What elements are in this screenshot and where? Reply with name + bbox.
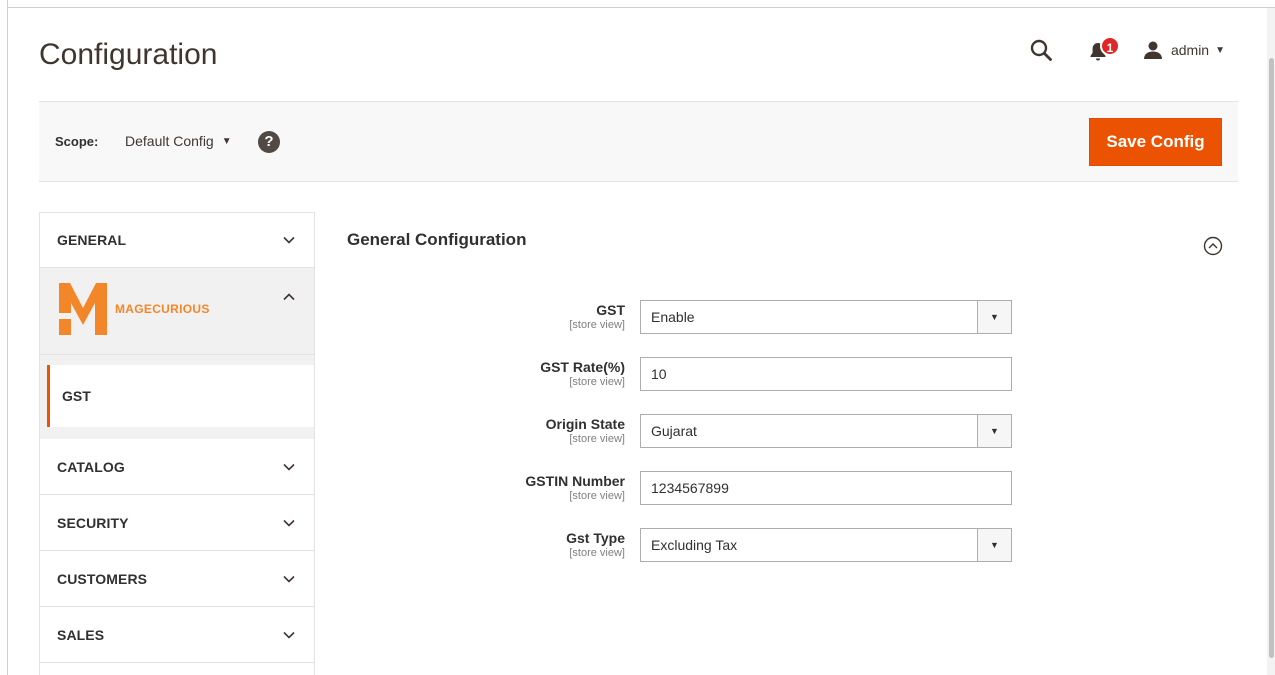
magecurious-logo-mark — [59, 283, 107, 335]
sidebar-subitems: GST — [39, 355, 315, 439]
field-gst: GST [store view] Enable ▼ — [347, 300, 1227, 336]
search-icon[interactable] — [1029, 38, 1053, 62]
scope-value: Default Config — [125, 133, 214, 149]
window-frame-top — [8, 0, 1275, 8]
field-scope-text: [store view] — [569, 490, 625, 502]
scrollbar-thumb[interactable] — [1269, 58, 1274, 658]
field-label-text: GSTIN Number — [525, 473, 625, 489]
sidebar-tab-more[interactable] — [39, 663, 315, 675]
select-value: Excluding Tax — [651, 537, 738, 553]
sidebar-tab-general[interactable]: GENERAL — [39, 212, 315, 268]
select-arrow-icon: ▼ — [977, 415, 1011, 447]
sidebar-tab-label: SECURITY — [57, 514, 129, 531]
sidebar-tab-sales[interactable]: SALES — [39, 607, 315, 663]
select-value: Enable — [651, 309, 695, 325]
sidebar-tab-catalog[interactable]: CATALOG — [39, 439, 315, 495]
gst-type-select[interactable]: Excluding Tax ▼ — [640, 528, 1012, 562]
gstin-number-input[interactable]: 1234567899 — [640, 471, 1012, 505]
user-menu[interactable]: admin ▼ — [1143, 41, 1225, 59]
notification-count-badge: 1 — [1099, 36, 1120, 56]
select-arrow-icon: ▼ — [977, 529, 1011, 561]
chevron-down-icon — [283, 236, 295, 244]
field-label: GST [store view] — [569, 302, 625, 331]
config-sidebar: GENERAL MAGECURIOUS GST CATALOG SECURITY… — [39, 212, 315, 675]
scope-switcher[interactable]: Default Config ▼ — [125, 133, 232, 149]
origin-state-select[interactable]: Gujarat ▼ — [640, 414, 1012, 448]
help-icon[interactable]: ? — [258, 131, 280, 153]
sidebar-item-gst[interactable]: GST — [47, 365, 314, 427]
sidebar-tab-label: GENERAL — [57, 232, 127, 248]
field-scope-text: [store view] — [569, 319, 625, 331]
field-gst-rate: GST Rate(%) [store view] 10 — [347, 357, 1227, 393]
magecurious-logo: MAGECURIOUS — [57, 282, 210, 336]
chevron-down-icon — [283, 631, 295, 639]
sidebar-tab-label: CATALOG — [57, 458, 125, 475]
field-label: GST Rate(%) [store view] — [540, 359, 625, 388]
sidebar-tab-magecurious[interactable]: MAGECURIOUS — [39, 268, 315, 355]
sidebar-tab-label: SALES — [57, 626, 105, 643]
field-gstin-number: GSTIN Number [store view] 1234567899 — [347, 471, 1227, 507]
select-value: Gujarat — [651, 423, 697, 439]
field-scope-text: [store view] — [569, 547, 625, 559]
input-value: 10 — [651, 366, 667, 382]
sidebar-tab-label: CUSTOMERS — [57, 570, 148, 587]
field-label-text: Gst Type — [566, 530, 625, 546]
page-actions-bar: Scope: Default Config ▼ ? Save Config — [39, 101, 1238, 182]
select-arrow-icon: ▼ — [977, 301, 1011, 333]
config-content: General Configuration GST [store view] E… — [347, 230, 1227, 562]
magecurious-brand-text: MAGECURIOUS — [115, 302, 210, 316]
field-label-text: Origin State — [545, 416, 625, 432]
notifications-button[interactable]: 1 — [1089, 36, 1120, 62]
gst-select[interactable]: Enable ▼ — [640, 300, 1012, 334]
chevron-down-icon — [283, 519, 295, 527]
header-actions: 1 admin ▼ — [1029, 36, 1225, 64]
collapse-icon[interactable] — [1203, 236, 1223, 256]
section-title: General Configuration — [347, 230, 527, 249]
chevron-down-icon: ▼ — [1215, 44, 1225, 56]
chevron-down-icon: ▼ — [221, 135, 232, 147]
chevron-down-icon — [283, 575, 295, 583]
save-config-button[interactable]: Save Config — [1089, 118, 1222, 166]
sidebar-tab-security[interactable]: SECURITY — [39, 495, 315, 551]
field-origin-state: Origin State [store view] Gujarat ▼ — [347, 414, 1227, 450]
field-label: Origin State [store view] — [546, 416, 625, 445]
field-gst-type: Gst Type [store view] Excluding Tax ▼ — [347, 528, 1227, 564]
field-scope-text: [store view] — [569, 433, 625, 445]
user-icon — [1143, 41, 1162, 59]
page-title: Configuration — [39, 38, 218, 71]
window-frame-left — [0, 0, 8, 675]
field-label-text: GST — [596, 302, 625, 318]
chevron-up-icon — [283, 293, 295, 301]
scope-label: Scope: — [55, 134, 99, 149]
field-label-text: GST Rate(%) — [540, 359, 625, 375]
field-label: Gst Type [store view] — [566, 530, 625, 559]
sidebar-tab-customers[interactable]: CUSTOMERS — [39, 551, 315, 607]
input-value: 1234567899 — [651, 480, 729, 496]
user-name: admin — [1170, 42, 1210, 58]
chevron-down-icon — [283, 463, 295, 471]
page-scrollbar[interactable] — [1267, 8, 1275, 675]
gst-rate-input[interactable]: 10 — [640, 357, 1012, 391]
field-scope-text: [store view] — [569, 376, 625, 388]
field-label: GSTIN Number [store view] — [525, 473, 625, 502]
